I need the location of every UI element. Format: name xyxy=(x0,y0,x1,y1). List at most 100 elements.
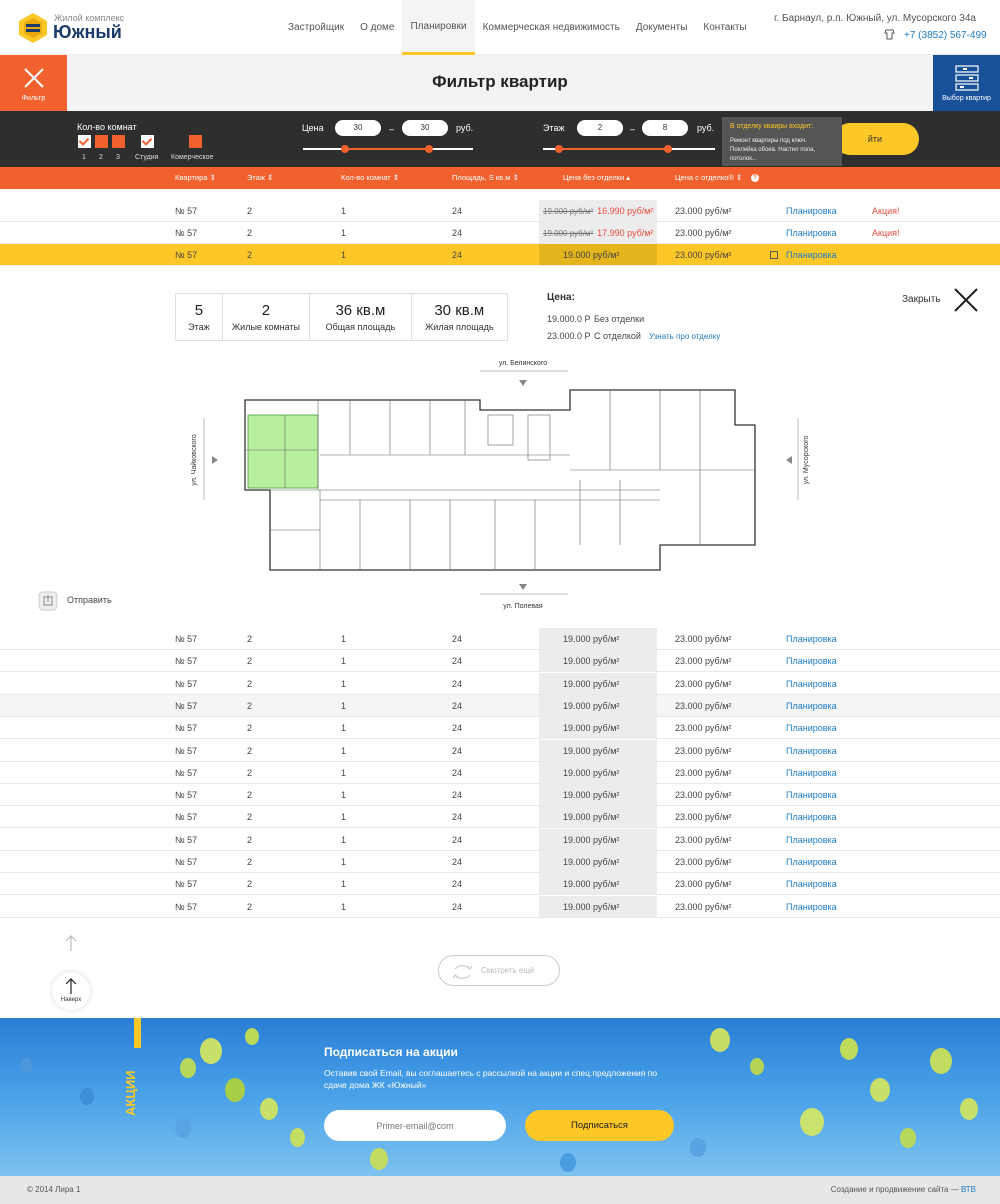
nav-item[interactable]: Застройщик xyxy=(280,0,352,55)
plan-link[interactable]: Планировка xyxy=(786,701,837,711)
table-row[interactable]: № 57 2 1 24 19.000 руб/м² 23.000 руб/м² Планир… xyxy=(0,650,1000,673)
area-cell: 24 xyxy=(452,700,463,711)
selected-apartment[interactable] xyxy=(247,414,319,489)
subscribe-button[interactable]: Подписаться xyxy=(525,1110,674,1141)
table-row[interactable]: № 57 2 1 24 19.000 руб/м² 23.000 руб/м² Планир… xyxy=(0,828,1000,851)
plan-link[interactable]: Планировка xyxy=(786,812,837,822)
nav-item[interactable]: О доме xyxy=(352,0,402,55)
logo-icon[interactable] xyxy=(18,12,48,44)
col-rooms[interactable]: Кол-во комнат ⇕ xyxy=(341,173,399,182)
table-row[interactable]: № 57 2 1 24 19.000 руб/м² 23.000 руб/м² Планир… xyxy=(0,717,1000,740)
plan-link[interactable]: Планировка xyxy=(786,879,837,889)
table-row[interactable]: № 57 2 1 24 19.000 руб/м² 23.000 руб/м² Планир… xyxy=(0,739,1000,762)
table-row[interactable]: № 57 2 1 24 19.000 руб/м² 23.000 руб/м² Планир… xyxy=(0,895,1000,918)
credit: Создание и продвижение сайта — ВТВ xyxy=(831,1185,976,1194)
plan-link[interactable]: Планировка xyxy=(786,768,837,778)
phone-link[interactable]: +7 (3852) 567-499 xyxy=(904,30,987,41)
table-row[interactable]: № 57 2 1 24 19.000 руб/м² 23.000 руб/м² Планир… xyxy=(0,806,1000,829)
floor-unit: руб. xyxy=(697,123,715,133)
building-outline xyxy=(244,389,756,571)
table-row[interactable]: № 57 2 1 24 19.000 руб/м² 23.000 руб/м² Планир… xyxy=(0,873,1000,896)
price-cell: 19.000 руб/м² 16.990 руб/м² xyxy=(543,206,653,216)
plan-link[interactable]: Планировка xyxy=(786,228,837,238)
plan-link[interactable]: Планировка xyxy=(786,679,837,689)
col-floor[interactable]: Этаж ⇕ xyxy=(247,173,273,182)
table-row[interactable]: № 57 2 1 24 19.000 руб/м² 23.000 руб/м² Планир… xyxy=(0,628,1000,650)
col-area[interactable]: Площадь, S кв.м ⇕ xyxy=(452,173,519,182)
stat-value: 30 кв.м xyxy=(434,302,485,319)
plan-link[interactable]: Планировка xyxy=(786,250,837,260)
plan-link[interactable]: Планировка xyxy=(786,634,837,644)
show-more-button[interactable]: Смотреть ещё xyxy=(438,955,560,986)
price-slider-max-handle[interactable] xyxy=(425,145,433,153)
room-3-checkbox[interactable] xyxy=(112,135,125,148)
back-to-top-button[interactable]: Наверх xyxy=(52,972,90,1010)
commercial-checkbox[interactable] xyxy=(189,135,202,148)
stat-item: 30 кв.м Жилая площадь xyxy=(412,294,507,340)
finish-info-link[interactable]: Узнать про отделку xyxy=(649,332,720,341)
floor-cell: 2 xyxy=(247,812,253,823)
nav-item[interactable]: Планировки xyxy=(402,0,475,55)
floor-plan[interactable]: ул. Белинского ул. Полевая ул. Чайковско… xyxy=(190,360,820,610)
send-label[interactable]: Отправить xyxy=(67,595,112,605)
room-2-checkbox[interactable] xyxy=(95,135,108,148)
col-apartment[interactable]: Квартира ⇕ xyxy=(175,173,216,182)
price-to-input[interactable]: 30 xyxy=(402,120,448,136)
choose-apartments-button[interactable]: Выбор квартир xyxy=(933,55,1000,111)
filter-bar: Кол-во комнат 1 2 3 Студия Комерческое Ц… xyxy=(0,111,1000,167)
plan-link[interactable]: Планировка xyxy=(786,656,837,666)
plan-link[interactable]: Планировка xyxy=(786,857,837,867)
rooms-cell: 1 xyxy=(341,901,347,912)
room-walls xyxy=(245,390,755,570)
floor-slider-min-handle[interactable] xyxy=(555,145,563,153)
email-input[interactable] xyxy=(324,1110,506,1141)
table-row[interactable]: № 57 2 1 24 19.000 руб/м² 16.990 руб/м² 23.000… xyxy=(0,200,1000,222)
tooltip-title: В отделку кваиры входит: xyxy=(730,123,814,130)
apartment-number: № 57 xyxy=(175,656,198,667)
price-from-input[interactable]: 30 xyxy=(335,120,381,136)
plan-link[interactable]: Планировка xyxy=(786,902,837,912)
rooms-cell: 1 xyxy=(341,634,347,644)
col-price-finish[interactable]: Цена с отделко® ⇕ xyxy=(675,173,742,182)
plan-link[interactable]: Планировка xyxy=(786,790,837,800)
plan-link[interactable]: Планировка xyxy=(786,206,837,216)
col-price[interactable]: Цена без отделки ▴ xyxy=(563,173,630,182)
nav-item[interactable]: Контакты xyxy=(695,0,754,55)
close-label[interactable]: Закрыть xyxy=(902,294,941,305)
plan-link[interactable]: Планировка xyxy=(786,723,837,733)
table-row[interactable]: № 57 2 1 24 19.000 руб/м² 23.000 руб/м² Планир… xyxy=(0,694,1000,717)
price-finish-cell: 23.000 руб/м² xyxy=(675,834,732,845)
col-rooms-label: Кол-во комнат xyxy=(341,173,391,182)
old-price: 19.000 руб/м² xyxy=(543,229,594,238)
floor-from-input[interactable]: 2 xyxy=(577,120,623,136)
floor-cell: 2 xyxy=(247,723,253,734)
price-slider-min-handle[interactable] xyxy=(341,145,349,153)
find-button[interactable]: йти xyxy=(834,123,919,155)
table-row[interactable]: № 57 2 1 24 19.000 руб/м² 23.000 руб/м² Планир… xyxy=(0,851,1000,873)
studio-checkbox[interactable] xyxy=(141,135,154,148)
close-icon[interactable] xyxy=(953,287,979,313)
logo-title[interactable]: Южный xyxy=(53,22,122,43)
nav-item[interactable]: Коммерческая недвижимость xyxy=(475,0,628,55)
table-row[interactable]: № 57 2 1 24 19.000 руб/м² 23.000 руб/м² Планир… xyxy=(0,244,1000,266)
floor-cell: 2 xyxy=(247,206,253,216)
plan-link[interactable]: Планировка xyxy=(786,835,837,845)
promo-badge: Акция! xyxy=(872,228,900,238)
table-row[interactable]: № 57 2 1 24 19.000 руб/м² 23.000 руб/м² Планир… xyxy=(0,761,1000,784)
credit-link[interactable]: ВТВ xyxy=(961,1185,976,1194)
table-row[interactable]: № 57 2 1 24 19.000 руб/м² 17.990 руб/м² 23.000… xyxy=(0,222,1000,244)
floor-cell: 2 xyxy=(247,228,253,238)
room-1-checkbox[interactable] xyxy=(78,135,91,148)
apartment-number: № 57 xyxy=(175,745,198,756)
rooms-cell: 1 xyxy=(341,879,347,890)
nav-item[interactable]: Документы xyxy=(628,0,696,55)
info-icon[interactable]: ? xyxy=(751,174,759,182)
table-row[interactable]: № 57 2 1 24 19.000 руб/м² 23.000 руб/м² Планир… xyxy=(0,784,1000,807)
accent-bar xyxy=(134,1018,141,1048)
table-row[interactable]: № 57 2 1 24 19.000 руб/м² 23.000 руб/м² Планир… xyxy=(0,672,1000,695)
plan-link[interactable]: Планировка xyxy=(786,746,837,756)
floor-slider-max-handle[interactable] xyxy=(664,145,672,153)
send-icon[interactable] xyxy=(38,591,58,611)
floor-to-input[interactable]: 8 xyxy=(642,120,688,136)
rooms-cell: 1 xyxy=(341,812,347,823)
